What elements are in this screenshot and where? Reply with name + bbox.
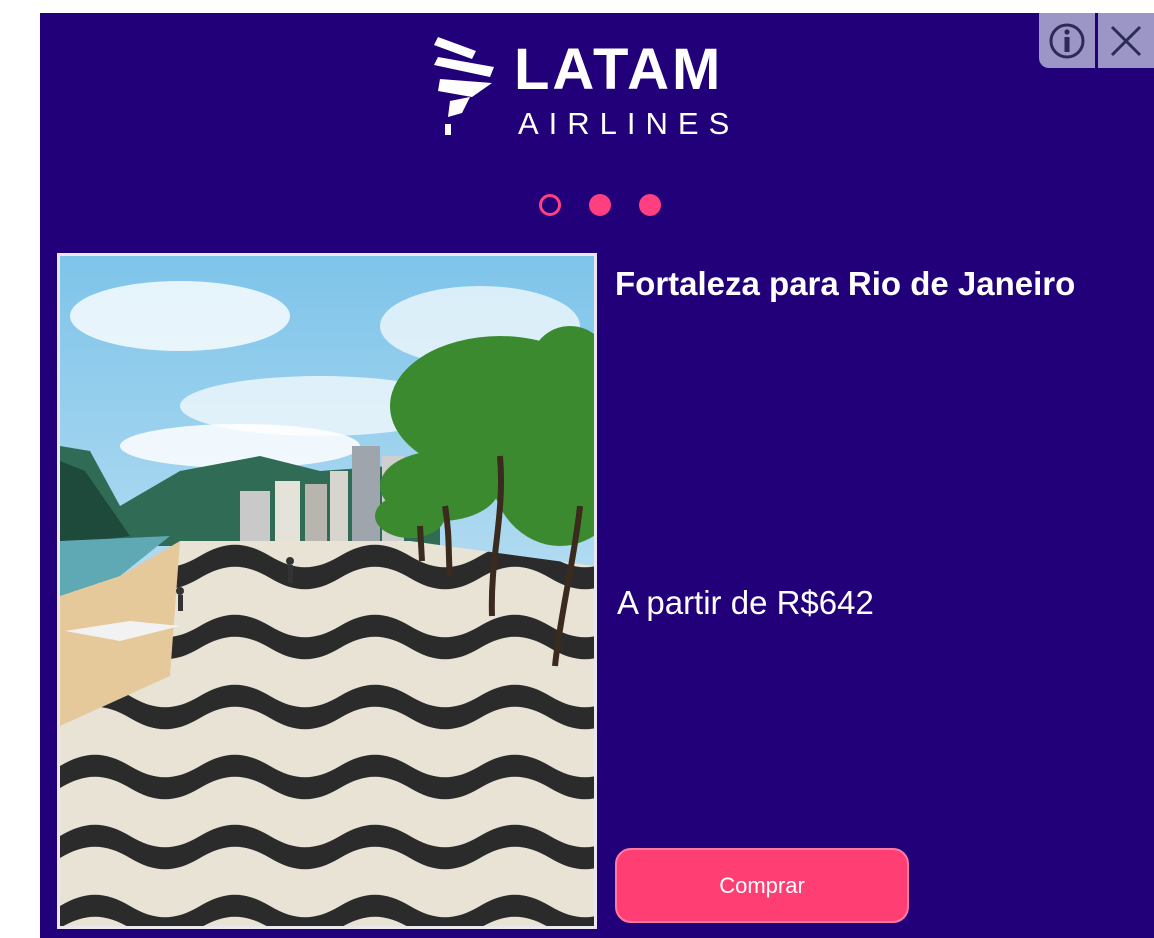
destination-photo[interactable]	[57, 253, 597, 929]
ad-controls	[1039, 13, 1154, 68]
carousel-dot-1[interactable]	[539, 194, 561, 216]
price-text: A partir de R$642	[617, 584, 874, 621]
route-title: Fortaleza para Rio de Janeiro	[615, 265, 1076, 302]
ad-info-button[interactable]	[1039, 13, 1095, 68]
brand-name: LATAM	[514, 37, 724, 102]
carousel-dot-3[interactable]	[639, 194, 661, 216]
latam-ad-banner[interactable]: LATAM AIRLINES Fortaleza para Rio de Jan…	[40, 13, 1154, 938]
close-icon	[1110, 25, 1142, 56]
buy-button[interactable]: Comprar	[615, 848, 909, 923]
carousel-dot-2[interactable]	[589, 194, 611, 216]
latam-logo: LATAM AIRLINES	[432, 33, 762, 141]
ad-close-button[interactable]	[1098, 13, 1154, 68]
brand-subtitle: AIRLINES	[518, 106, 740, 141]
latam-logo-mark-icon	[434, 37, 494, 135]
beach-promenade-image	[60, 256, 594, 926]
carousel-pager	[539, 194, 661, 216]
info-icon	[1049, 23, 1085, 58]
